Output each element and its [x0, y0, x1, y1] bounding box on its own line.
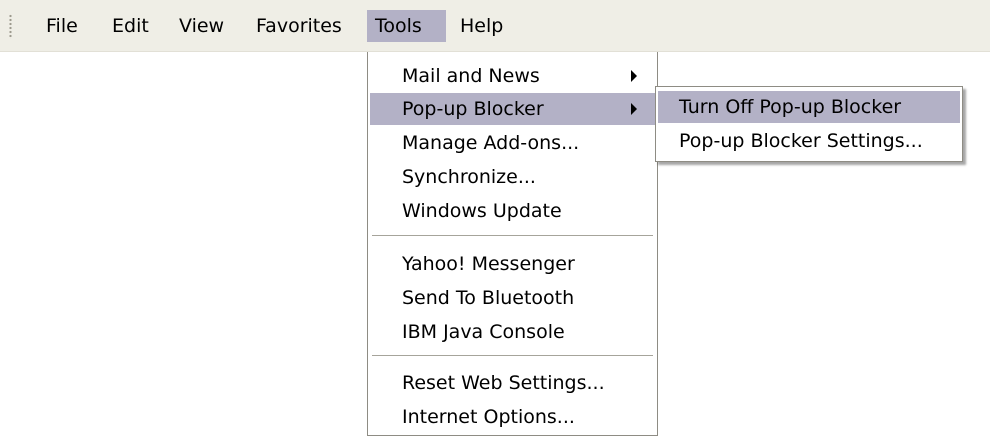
- submenu-arrow-icon: [631, 103, 637, 115]
- submenu-arrow-icon: [631, 70, 637, 82]
- submenu-item-turn-off-popup-blocker[interactable]: Turn Off Pop-up Blocker: [658, 91, 960, 123]
- menu-item-mail-and-news[interactable]: Mail and News: [370, 60, 655, 92]
- menu-item-yahoo-messenger[interactable]: Yahoo! Messenger: [370, 248, 655, 280]
- menubar-grip-icon[interactable]: [9, 14, 12, 39]
- menu-help[interactable]: Help: [452, 10, 511, 42]
- menu-bar: File Edit View Favorites Tools Help: [0, 0, 990, 52]
- menu-file[interactable]: File: [38, 10, 86, 42]
- menu-separator: [372, 235, 653, 236]
- menu-item-manage-add-ons[interactable]: Manage Add-ons...: [370, 127, 655, 159]
- menu-tools[interactable]: Tools: [367, 10, 446, 42]
- submenu-item-popup-blocker-settings[interactable]: Pop-up Blocker Settings...: [658, 125, 960, 157]
- menu-item-send-to-bluetooth[interactable]: Send To Bluetooth: [370, 282, 655, 314]
- popup-blocker-submenu: Turn Off Pop-up Blocker Pop-up Blocker S…: [655, 86, 963, 162]
- menu-favorites[interactable]: Favorites: [248, 10, 350, 42]
- menu-item-internet-options[interactable]: Internet Options...: [370, 401, 655, 433]
- menu-edit[interactable]: Edit: [104, 10, 157, 42]
- menu-separator: [372, 355, 653, 356]
- menu-item-windows-update[interactable]: Windows Update: [370, 195, 655, 227]
- menu-item-popup-blocker[interactable]: Pop-up Blocker: [370, 93, 655, 125]
- menu-view[interactable]: View: [171, 10, 232, 42]
- menu-item-label: Pop-up Blocker: [402, 98, 544, 120]
- menu-item-reset-web-settings[interactable]: Reset Web Settings...: [370, 367, 655, 399]
- menu-item-label: Mail and News: [402, 65, 540, 87]
- menu-item-synchronize[interactable]: Synchronize...: [370, 161, 655, 193]
- tools-dropdown-menu: Mail and News Pop-up Blocker Manage Add-…: [367, 52, 658, 436]
- menu-item-ibm-java-console[interactable]: IBM Java Console: [370, 316, 655, 348]
